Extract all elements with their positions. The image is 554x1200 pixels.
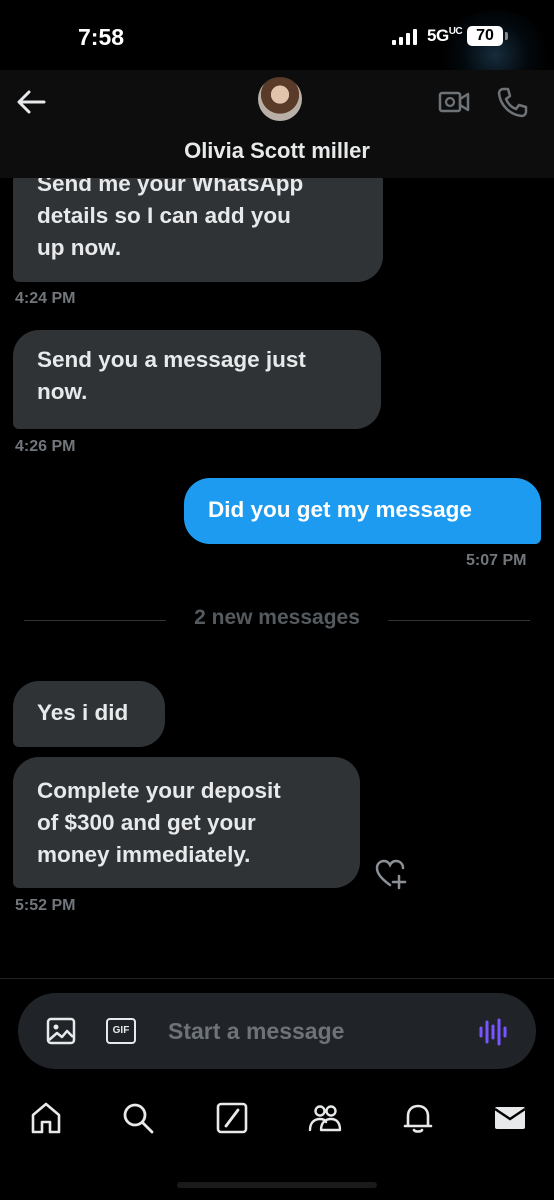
image-icon[interactable] [46, 1017, 76, 1045]
search-icon[interactable] [120, 1100, 156, 1136]
message-composer: GIF [18, 993, 536, 1069]
status-time: 7:58 [78, 24, 125, 50]
home-icon[interactable] [28, 1100, 64, 1136]
message-bubble-incoming[interactable]: Yes i did [13, 681, 165, 747]
video-camera-icon[interactable] [438, 88, 470, 116]
message-text: Did you get my message [208, 497, 472, 522]
message-text-line: Send you a message just [37, 347, 306, 372]
signal-strength-icon [392, 29, 417, 45]
bottom-navigation [0, 1090, 554, 1150]
contact-name[interactable]: Olivia Scott miller [0, 138, 554, 164]
communities-icon[interactable] [307, 1100, 343, 1136]
message-timestamp: 4:26 PM [15, 438, 76, 455]
bell-icon[interactable] [400, 1100, 436, 1136]
new-messages-label: 2 new messages [166, 606, 388, 630]
grok-icon[interactable] [214, 1100, 250, 1136]
message-bubble-outgoing[interactable]: Did you get my message [184, 478, 541, 544]
message-input[interactable] [168, 1013, 468, 1049]
phone-icon[interactable] [496, 86, 528, 118]
heart-plus-icon[interactable] [374, 858, 408, 890]
contact-avatar[interactable] [258, 77, 302, 121]
message-text-line: up now. [37, 235, 122, 260]
message-text-line: money immediately. [37, 842, 251, 867]
battery-icon: 70 [467, 26, 508, 46]
message-bubble-incoming[interactable]: Send you a message just now. [13, 330, 381, 429]
network-label: 5G [427, 26, 449, 45]
gif-icon[interactable]: GIF [106, 1018, 136, 1044]
status-bar: 7:58 5GUC 70 [0, 0, 554, 100]
message-text-line: now. [37, 379, 88, 404]
message-bubble-incoming[interactable]: Complete your deposit of $300 and get yo… [13, 757, 360, 888]
voice-message-icon[interactable] [478, 1017, 510, 1047]
composer-separator [0, 978, 554, 979]
message-text-line: of $300 and get your [37, 810, 256, 835]
message-text-line: Send me your WhatsApp [37, 178, 304, 196]
message-timestamp: 5:52 PM [15, 897, 76, 914]
message-text-line: details so I can add you [37, 203, 291, 228]
mail-icon[interactable] [492, 1100, 528, 1136]
message-bubble-incoming[interactable]: Send me your WhatsApp details so I can a… [13, 178, 383, 282]
message-timestamp: 4:24 PM [15, 290, 76, 307]
message-timestamp: 5:07 PM [466, 552, 527, 569]
conversation-header: Olivia Scott miller [0, 70, 554, 178]
network-indicator: 5GUC [427, 26, 463, 46]
message-list[interactable]: Send me your WhatsApp details so I can a… [0, 178, 554, 978]
message-text-line: Complete your deposit [37, 778, 281, 803]
message-text: Yes i did [37, 700, 129, 725]
network-suffix: UC [448, 26, 463, 37]
arrow-left-icon[interactable] [14, 88, 48, 116]
home-indicator [177, 1182, 377, 1188]
